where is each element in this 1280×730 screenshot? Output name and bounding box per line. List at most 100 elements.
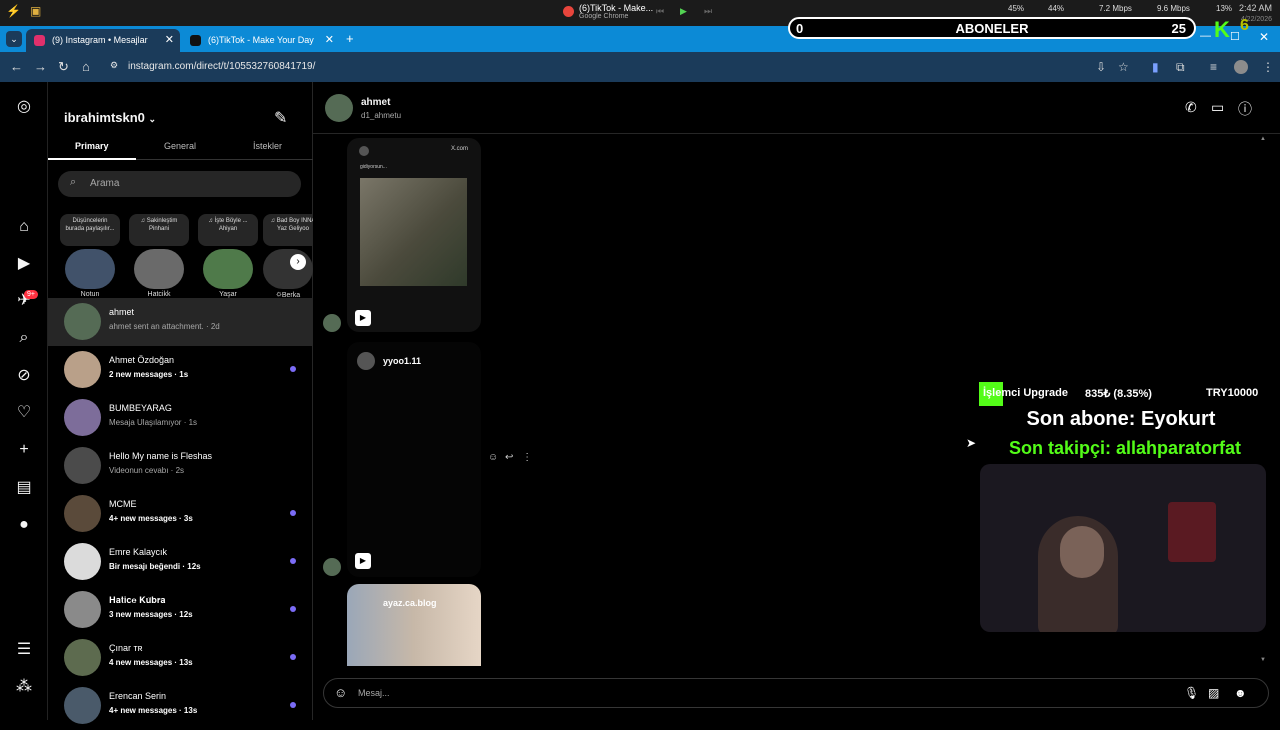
tab-primary[interactable]: Primary [75, 141, 109, 151]
thread-row[interactable]: Erencan Serin 4+ new messages · 13s [48, 682, 313, 730]
play-icon[interactable]: ▶ [355, 553, 371, 569]
contact-name[interactable]: ahmet [361, 97, 390, 108]
create-plus-icon[interactable]: + [14, 440, 34, 460]
media-title: (6)TikTok - Make... [579, 3, 654, 13]
thread-preview: Videonun cevabı · 2s [109, 466, 185, 475]
close-tab-icon[interactable]: ✕ [165, 33, 174, 46]
instagram-logo-icon[interactable]: ◎ [14, 97, 34, 117]
tab-search-icon[interactable]: ⌄ [6, 31, 22, 47]
shared-reel-card[interactable]: yyoo1.11 ▶ [347, 342, 481, 577]
avatar [359, 146, 369, 156]
profile-avatar[interactable] [1234, 60, 1248, 74]
goal-label: İşlemci Upgrade [983, 387, 1068, 399]
thread-row[interactable]: Hello My name is Fleshas Videonun cevabı… [48, 442, 313, 490]
media-next-icon[interactable]: ⏭ [704, 6, 712, 17]
play-icon[interactable]: ▶ [355, 310, 371, 326]
memory-stat: 44% [1048, 4, 1065, 13]
unread-dot [290, 606, 296, 612]
close-tab-icon[interactable]: ✕ [325, 33, 334, 46]
folder-icon[interactable]: ▣ [30, 4, 41, 18]
tab-general[interactable]: General [164, 141, 196, 151]
more-options-icon[interactable]: ⋮ [522, 452, 532, 463]
tab-tiktok[interactable]: (6)TikTok - Make Your Day ✕ [182, 29, 340, 52]
add-photo-icon[interactable]: ▨ [1208, 686, 1219, 700]
shared-post-card[interactable]: X.com gidiyorsun... ▶ [347, 138, 481, 332]
maximize-icon[interactable]: ☐ [1230, 30, 1240, 43]
thread-row[interactable]: BUMBEYARAG Mesaja Ulaşılamıyor · 1s [48, 394, 313, 442]
avatar [64, 591, 101, 628]
kick-badge-icon: 6 [1240, 17, 1249, 34]
media-play-icon[interactable]: ▶ [680, 6, 687, 17]
thread-row[interactable]: ahmet ahmet sent an attachment. · 2d [48, 298, 313, 346]
notifications-heart-icon[interactable]: ♡ [14, 403, 34, 423]
cpu-stat: 45% [1008, 4, 1025, 13]
emoji-picker-icon[interactable]: ☺ [334, 685, 347, 700]
browser-menu-icon[interactable]: ⋮ [1262, 60, 1274, 74]
post-source: X.com [451, 146, 469, 152]
tab-groups-icon[interactable]: ≡ [1210, 60, 1217, 74]
also-from-meta-icon[interactable]: ⁂ [14, 677, 34, 697]
battery-stat: 13% [1216, 4, 1233, 13]
subs-label: ABONELER [955, 21, 1029, 36]
home-icon[interactable]: ⌂ [82, 59, 90, 74]
more-menu-icon[interactable]: ☰ [14, 640, 34, 660]
note-item[interactable]: ♫ Sakinleştim Pinhani Hatcikk [125, 214, 193, 298]
dashboard-icon[interactable]: ▤ [14, 478, 34, 498]
avatar [64, 303, 101, 340]
avatar [323, 558, 341, 576]
search-icon[interactable]: ⌕ [14, 328, 34, 348]
avatar[interactable] [325, 94, 353, 122]
address-bar: ← → ↻ ⌂ ⚙ instagram.com/direct/t/1055327… [0, 52, 1280, 82]
react-emoji-icon[interactable]: ☺ [488, 452, 498, 463]
new-message-icon[interactable]: ✎ [274, 108, 287, 128]
back-icon[interactable]: ← [10, 59, 23, 74]
scroll-up-icon[interactable]: ▲ [1260, 136, 1266, 142]
media-prev-icon[interactable]: ⏮ [656, 6, 664, 17]
shared-post-card[interactable]: ayaz.ca.blog [347, 584, 481, 666]
search-input[interactable]: ⌕ Arama [58, 171, 301, 197]
phone-call-icon[interactable]: ✆ [1185, 99, 1197, 116]
install-app-icon[interactable]: ⇩ [1096, 60, 1106, 74]
sticker-icon[interactable]: ☻ [1234, 686, 1247, 700]
reels-icon[interactable]: ▶ [14, 254, 34, 274]
account-switcher[interactable]: ibrahimtskn0 ⌄ [64, 110, 156, 125]
tab-requests[interactable]: İstekler [253, 141, 282, 151]
note-item[interactable]: ♫ İşte Böyle ... Ahiyan Yaşar [194, 214, 262, 298]
new-tab-icon[interactable]: + [346, 31, 354, 46]
message-composer[interactable]: ☺ Mesaj... 🎙 ▨ ☻ [323, 678, 1269, 708]
thread-row[interactable]: Emre Kalaycık Bir mesajı beğendi · 12s [48, 538, 313, 586]
close-window-icon[interactable]: ✕ [1259, 30, 1269, 44]
home-icon[interactable]: ⌂ [14, 217, 34, 237]
thread-row[interactable]: Ahmet Özdoğan 2 new messages · 1s [48, 346, 313, 394]
search-icon: ⌕ [70, 176, 77, 188]
lightning-icon[interactable]: ⚡ [6, 4, 21, 18]
forward-icon[interactable]: → [34, 59, 47, 74]
profile-avatar-icon[interactable]: ● [14, 515, 34, 535]
unread-dot [290, 654, 296, 660]
chrome-icon[interactable] [563, 6, 574, 17]
site-info-icon[interactable]: ⚙ [110, 60, 118, 71]
tab-instagram[interactable]: (9) Instagram • Mesajlar ✕ [26, 29, 180, 52]
voice-clip-icon[interactable]: 🎙 [1184, 686, 1199, 700]
minimize-icon[interactable]: — [1200, 30, 1211, 42]
tab-label: (9) Instagram • Mesajlar [52, 35, 148, 45]
thread-row[interactable]: MCME 4+ new messages · 3s [48, 490, 313, 538]
video-call-icon[interactable]: ▭ [1211, 99, 1224, 116]
thread-row[interactable]: Çınar ᴛʀ 4 new messages · 13s [48, 634, 313, 682]
thread-row[interactable]: 𝐇𝐚𝐭𝐢𝐜𝐞 𝐊𝐮̈𝐛𝐫𝐚 3 new messages · 12s [48, 586, 313, 634]
thread-preview: 3 new messages · 12s [109, 610, 193, 619]
scroll-down-icon[interactable]: ▼ [1260, 657, 1266, 663]
reply-icon[interactable]: ↩ [505, 452, 513, 463]
extensions-puzzle-icon[interactable]: ⧉ [1176, 60, 1185, 75]
note-item[interactable]: ♫ Bad Boy INNA Yaz Geliyoo 🌣Berka [263, 214, 313, 302]
note-item[interactable]: Düşüncelerin burada paylaşılır... Notun [56, 214, 124, 298]
clock-time: 2:42 AM [1238, 3, 1272, 13]
url-field[interactable]: ⚙ instagram.com/direct/t/105532760841719… [104, 56, 1144, 78]
chevron-right-icon[interactable]: › [290, 254, 306, 270]
bookmark-star-icon[interactable]: ☆ [1118, 60, 1129, 74]
extension-icon[interactable]: ▮ [1152, 60, 1159, 74]
info-icon[interactable]: ⓘ [1238, 99, 1252, 119]
instagram-icon-rail: ◎ ⌂ ▶ ✈ ⌕ ⊘ ♡ + ▤ ● ☰ ⁂ [0, 82, 48, 720]
explore-compass-icon[interactable]: ⊘ [14, 366, 34, 386]
reload-icon[interactable]: ↻ [58, 59, 69, 75]
